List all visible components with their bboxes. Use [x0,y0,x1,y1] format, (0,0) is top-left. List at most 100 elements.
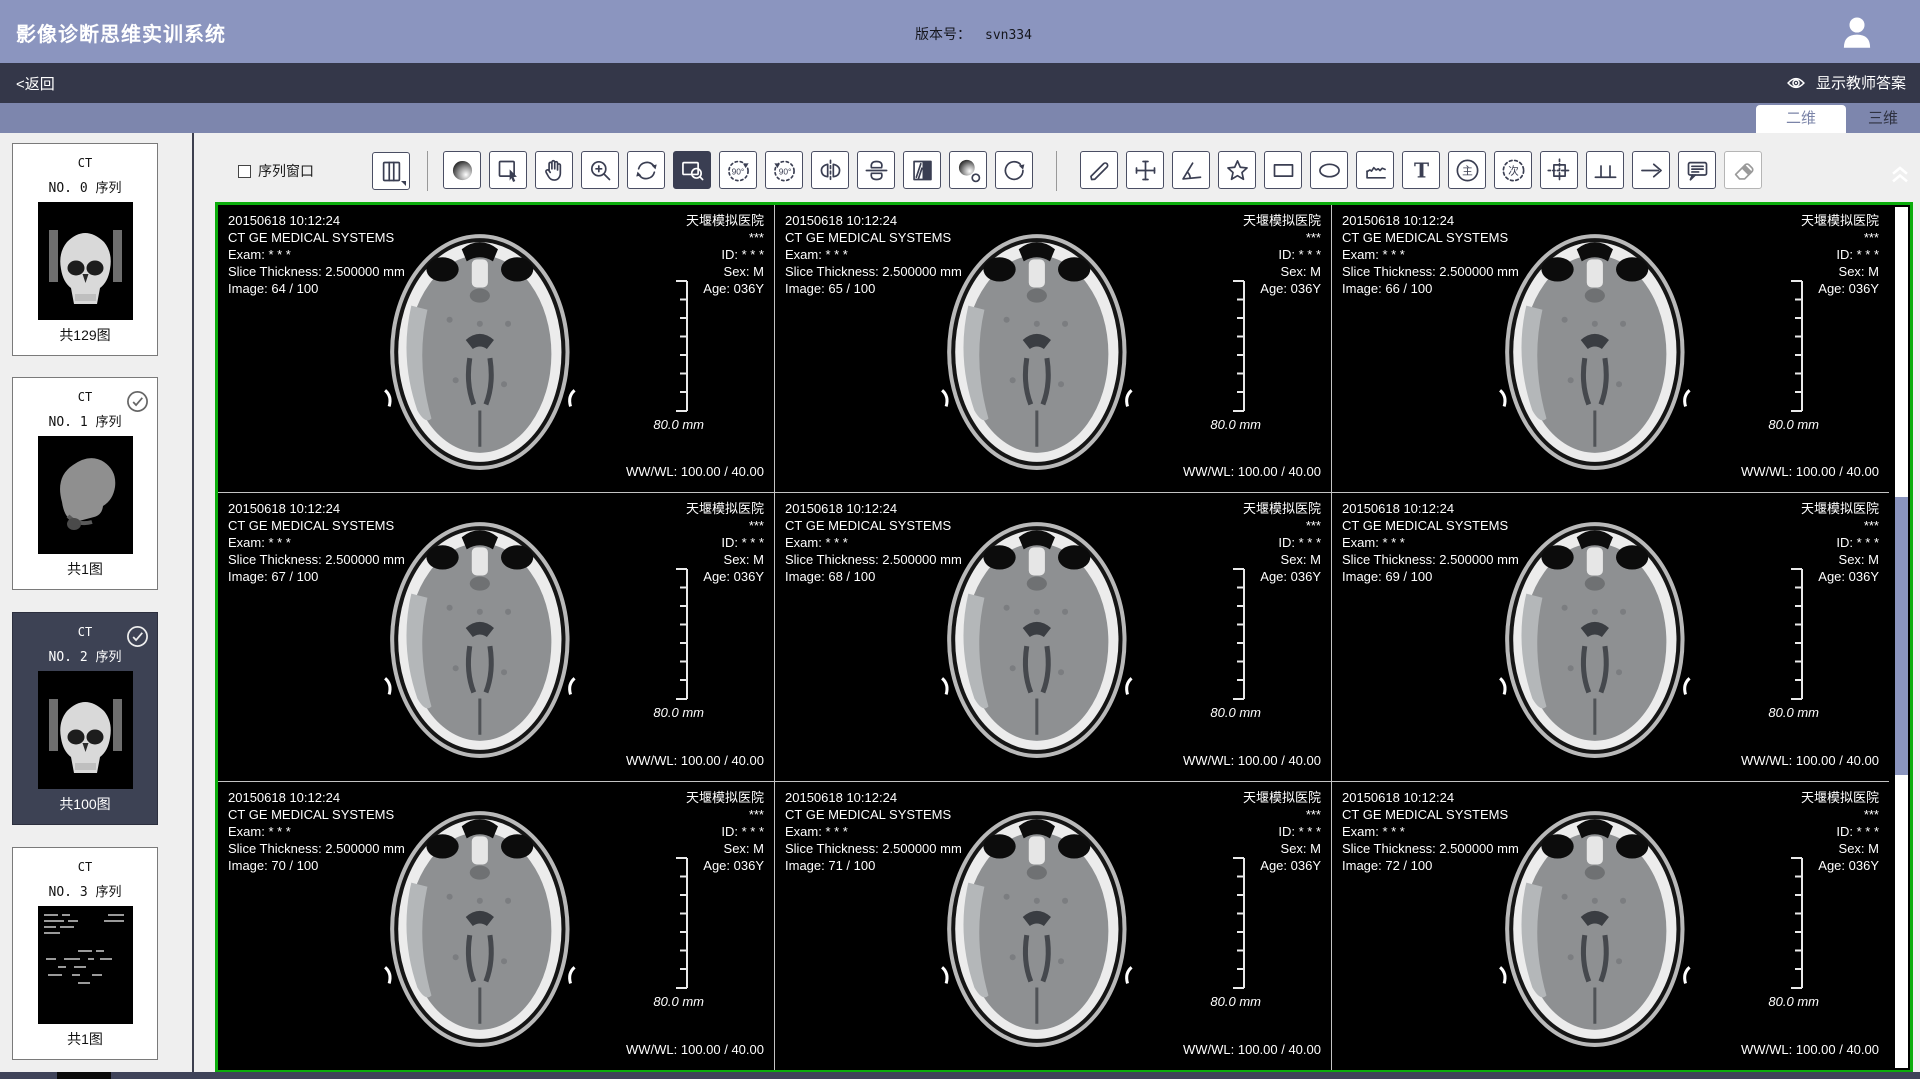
tool-baseline-ticks[interactable] [1586,151,1624,189]
tool-draw-polygon[interactable] [1218,151,1256,189]
horizontal-scrollbar[interactable] [0,1072,1920,1079]
layout-columns-icon [378,158,405,185]
back-button[interactable]: <返回 [16,73,55,94]
cell-patient-id: ID: * * * [686,823,764,840]
scale-label: 80.0 mm [653,417,704,432]
viewport-scrollbar[interactable] [1895,207,1908,1068]
tool-measure-angle[interactable] [1172,151,1210,189]
cell-exam: Exam: * * * [1342,534,1519,551]
series-window-checkbox[interactable] [238,165,251,178]
viewport-cell[interactable]: 20150618 10:12:24 CT GE MEDICAL SYSTEMS … [1332,493,1889,781]
cell-slice-thickness: Slice Thickness: 2.500000 mm [785,551,962,568]
scale-label: 80.0 mm [1768,417,1819,432]
cell-exam: Exam: * * * [228,823,405,840]
scale-ruler [674,856,690,990]
tool-window-level[interactable] [443,151,481,189]
tab-2d[interactable]: 二维 [1756,105,1846,133]
user-avatar-icon[interactable] [1836,11,1878,53]
series-count: 共1图 [13,1029,157,1049]
series-card[interactable]: CT NO. 3 序列 共1图 [12,847,158,1060]
tool-invert[interactable] [903,151,941,189]
viewport-cell[interactable]: 20150618 10:12:24 CT GE MEDICAL SYSTEMS … [1332,782,1889,1070]
cell-datetime: 20150618 10:12:24 [785,500,962,517]
tool-grid-localizer[interactable] [1540,151,1578,189]
toolbar-buttons [443,151,1762,191]
series-card[interactable]: CT NO. 1 序列 共1图 [12,377,158,590]
tool-draw-ellipse[interactable] [1310,151,1348,189]
collapse-toolbar-button[interactable] [1886,158,1914,186]
cell-wwwl: WW/WL: 100.00 / 40.00 [1741,1041,1879,1058]
tool-measure-line[interactable] [1080,151,1118,189]
cell-stars: *** [686,517,764,534]
tool-main-series[interactable] [1448,151,1486,189]
ct-brain-image [379,507,581,765]
cell-wwwl: WW/WL: 100.00 / 40.00 [1741,463,1879,480]
horizontal-scrollbar-thumb[interactable] [57,1072,111,1079]
tool-draw-rectangle[interactable] [1264,151,1302,189]
scale-ruler [1231,856,1247,990]
cell-hospital: 天堰模拟医院 [1801,500,1879,517]
cell-age: Age: 036Y [1801,280,1879,297]
cell-age: Age: 036Y [686,857,764,874]
series-thumbnail [38,436,133,554]
layout-columns-button[interactable] [372,152,410,190]
tool-zoom[interactable] [581,151,619,189]
cell-stars: *** [1243,517,1321,534]
cell-exam: Exam: * * * [785,246,962,263]
series-card[interactable]: CT NO. 0 序列 共129图 [12,143,158,356]
cell-system: CT GE MEDICAL SYSTEMS [785,517,962,534]
ct-brain-image [1493,796,1695,1054]
tool-comment[interactable] [1678,151,1716,189]
tool-rotate-left-90[interactable] [719,151,757,189]
cell-system: CT GE MEDICAL SYSTEMS [1342,517,1519,534]
tool-arrow-annotation[interactable] [1632,151,1670,189]
tool-reset[interactable] [995,151,1033,189]
viewport-cell[interactable]: 20150618 10:12:24 CT GE MEDICAL SYSTEMS … [218,493,775,781]
tool-text-annotation[interactable] [1402,151,1440,189]
series-count: 共100图 [13,794,157,814]
tool-select[interactable] [489,151,527,189]
scale-label: 80.0 mm [653,705,704,720]
viewport-cell[interactable]: 20150618 10:12:24 CT GE MEDICAL SYSTEMS … [775,782,1332,1070]
scale-label: 80.0 mm [1210,705,1261,720]
angle-icon [1178,157,1205,184]
cell-sex: Sex: M [1801,551,1879,568]
tool-sync-rotate[interactable] [627,151,665,189]
cell-datetime: 20150618 10:12:24 [228,212,405,229]
cell-hospital: 天堰模拟医院 [1801,212,1879,229]
tool-secondary-series[interactable] [1494,151,1532,189]
view-mode-tabstrip: 二维 三维 [0,103,1920,133]
tool-profile-curve[interactable] [1356,151,1394,189]
show-teacher-answer-label: 显示教师答案 [1816,72,1906,93]
cell-wwwl: WW/WL: 100.00 / 40.00 [626,752,764,769]
show-teacher-answer-button[interactable]: 显示教师答案 [1784,72,1906,93]
tool-window-preset[interactable] [949,151,987,189]
series-card[interactable]: CT NO. 2 序列 共100图 [12,612,158,825]
tool-flip-vertical[interactable] [857,151,895,189]
viewport-scrollbar-thumb[interactable] [1895,497,1908,775]
tool-pan[interactable] [535,151,573,189]
cell-overlay-top-left: 20150618 10:12:24 CT GE MEDICAL SYSTEMS … [1342,212,1519,297]
cell-overlay-top-right: 天堰模拟医院 *** ID: * * * Sex: M Age: 036Y [686,789,764,874]
viewport-cell[interactable]: 20150618 10:12:24 CT GE MEDICAL SYSTEMS … [218,782,775,1070]
tab-3d[interactable]: 三维 [1846,105,1920,133]
scale-ruler [1231,279,1247,413]
scale-ruler [1789,279,1805,413]
cell-sex: Sex: M [686,263,764,280]
cell-stars: *** [686,806,764,823]
tool-rotate-right-90[interactable] [765,151,803,189]
viewport-cell[interactable]: 20150618 10:12:24 CT GE MEDICAL SYSTEMS … [1332,205,1889,493]
viewport-cell[interactable]: 20150618 10:12:24 CT GE MEDICAL SYSTEMS … [775,493,1332,781]
cell-hospital: 天堰模拟医院 [1243,212,1321,229]
viewport-cell[interactable]: 20150618 10:12:24 CT GE MEDICAL SYSTEMS … [775,205,1332,493]
cell-slice-thickness: Slice Thickness: 2.500000 mm [1342,551,1519,568]
tool-zoom-region[interactable] [673,151,711,189]
cell-overlay-top-right: 天堰模拟医院 *** ID: * * * Sex: M Age: 036Y [1243,212,1321,297]
cell-patient-id: ID: * * * [1243,246,1321,263]
circle-main-icon [1454,157,1481,184]
tool-measure-cross[interactable] [1126,151,1164,189]
cell-sex: Sex: M [1243,840,1321,857]
tool-flip-horizontal[interactable] [811,151,849,189]
viewport-cell[interactable]: 20150618 10:12:24 CT GE MEDICAL SYSTEMS … [218,205,775,493]
cell-slice-thickness: Slice Thickness: 2.500000 mm [1342,840,1519,857]
